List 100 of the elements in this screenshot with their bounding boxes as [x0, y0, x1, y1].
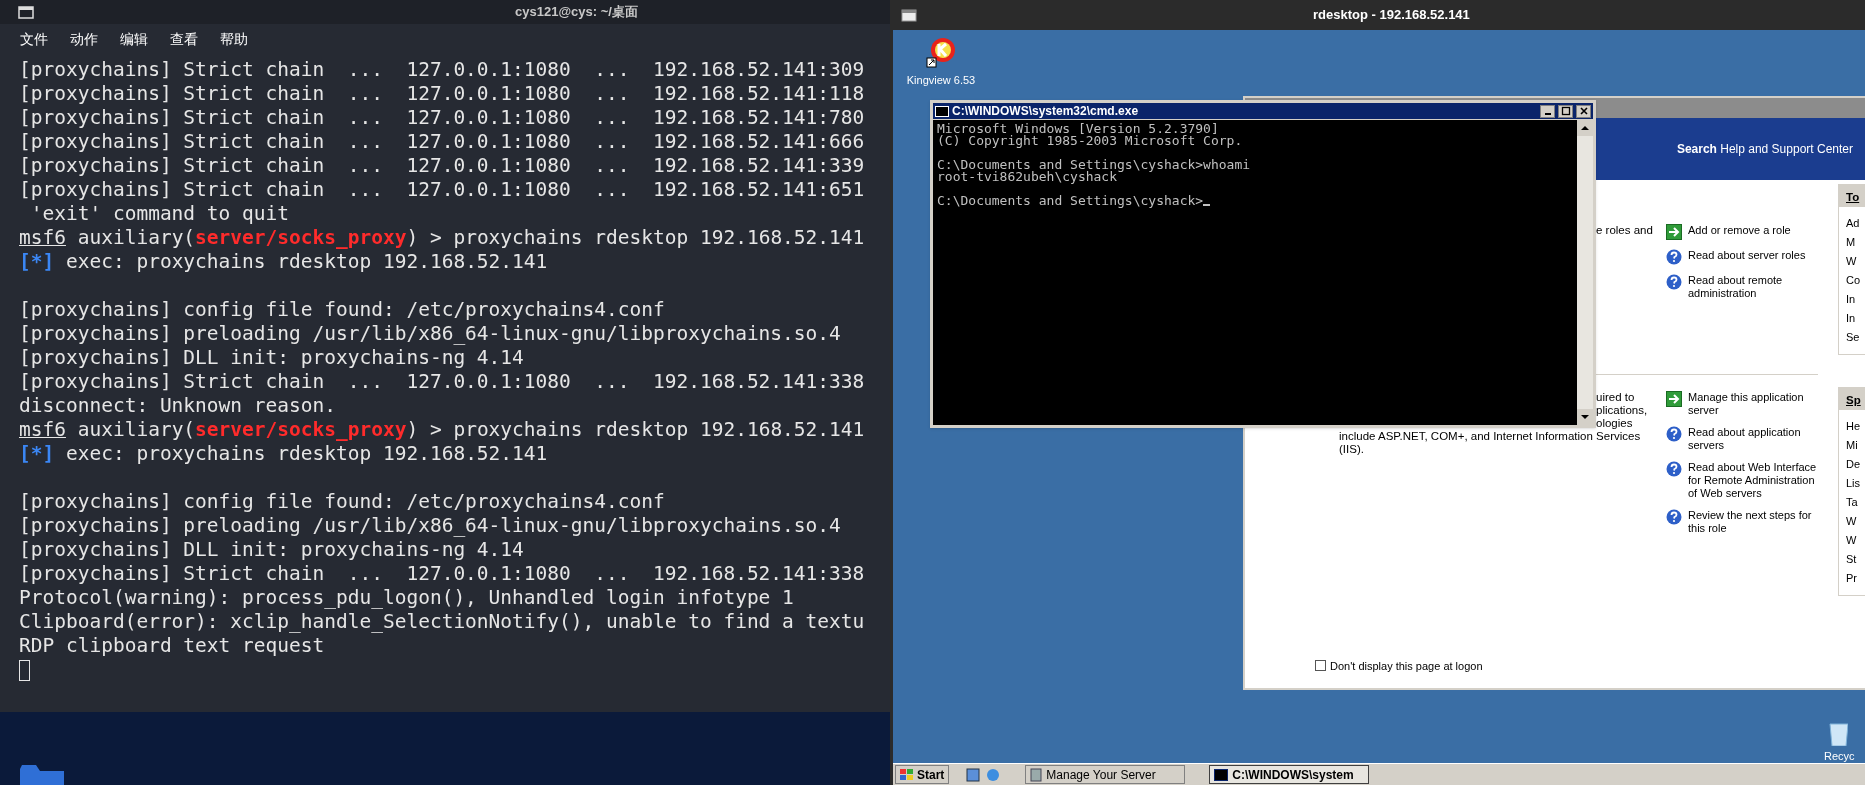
- folder-icon: [20, 765, 64, 785]
- help-link[interactable]: Add or remove a role: [1688, 224, 1791, 237]
- help-icon: [1666, 249, 1682, 265]
- terminal-line: 'exit' command to quit: [29, 202, 290, 225]
- console-icon: [1214, 768, 1229, 781]
- description-text: uired to: [1596, 391, 1636, 404]
- maximize-button[interactable]: [1558, 104, 1573, 118]
- help-icon: [1666, 426, 1682, 442]
- description-text: (IIS).: [1339, 443, 1365, 456]
- console-line: C:\Documents and Settings\cyshack>: [937, 195, 1204, 207]
- panel-link[interactable]: Pr: [1846, 572, 1865, 585]
- checkbox-label: Don't display this page at logon: [1330, 658, 1483, 674]
- terminal-line: [proxychains] config file found: /etc/proxychains4.conf: [19, 298, 665, 321]
- description-text: plications,: [1596, 404, 1649, 417]
- terminal-line: [*] exec: proxychains rdesktop 192.168.52.141: [19, 250, 548, 273]
- window-title: rdesktop - 192.168.52.141: [1313, 6, 1470, 25]
- terminal-line: [proxychains] DLL init: proxychains-ng 4.14: [19, 346, 524, 369]
- panel-link[interactable]: Ta: [1846, 496, 1865, 509]
- icon-label: Kingview 6.53: [906, 73, 976, 88]
- menu-item[interactable]: 编辑: [120, 28, 148, 50]
- menu-item[interactable]: 查看: [170, 28, 198, 50]
- taskbar-button[interactable]: C:\WINDOWS\system: [1209, 765, 1370, 784]
- checkbox[interactable]: [1315, 660, 1326, 672]
- terminal-line: [proxychains] Strict chain ... 127.0.0.1:1080 ... 192.168.52.141:118: [19, 82, 865, 105]
- scrollbar[interactable]: [1577, 120, 1593, 425]
- terminal-line: [*] exec: proxychains rdesktop 192.168.52.141: [19, 442, 548, 465]
- panel-link[interactable]: He: [1846, 420, 1865, 433]
- terminal-line: [proxychains] config file found: /etc/proxychains4.conf: [19, 490, 665, 513]
- panel-link[interactable]: M: [1846, 236, 1865, 249]
- help-icon: [1666, 461, 1682, 477]
- console-line: root-tvi862ubeh\cyshack: [937, 171, 1117, 183]
- terminal-line: [proxychains] DLL init: proxychains-ng 4.14: [19, 538, 524, 561]
- help-icon: [1666, 509, 1682, 525]
- arrow-icon: [1666, 224, 1682, 240]
- help-icon: [1666, 274, 1682, 290]
- help-search-link[interactable]: Search Help and Support Center: [1676, 140, 1853, 158]
- panel-link[interactable]: Se: [1846, 331, 1865, 344]
- terminal-line: Clipboard(error): xclip_handle_SelectionNotify(), unable to find a textu: [19, 610, 865, 633]
- window-title: cys121@cys: ~/桌面: [515, 3, 638, 22]
- help-link[interactable]: Read about application servers: [1688, 426, 1818, 452]
- terminal-line: [proxychains] Strict chain ... 127.0.0.1:1080 ... 192.168.52.141:780: [19, 106, 865, 129]
- description-text: e roles and: [1596, 224, 1654, 237]
- panel-link[interactable]: W: [1846, 515, 1865, 528]
- menu-item[interactable]: 帮助: [220, 28, 248, 50]
- terminal-line: disconnect: Unknown reason.: [19, 394, 336, 417]
- terminal-line: RDP clipboard text request: [19, 634, 325, 657]
- panel-link[interactable]: Ad: [1846, 217, 1865, 230]
- terminal-line: [proxychains] Strict chain ... 127.0.0.1:1080 ... 192.168.52.141:651: [19, 178, 865, 201]
- panel-link[interactable]: In: [1846, 293, 1865, 306]
- console-line: Microsoft Windows [Version 5.2.3790]: [937, 123, 1219, 135]
- console-line: (C) Copyright 1985-2003 Microsoft Corp.: [937, 135, 1243, 147]
- recycle-bin-icon[interactable]: [1828, 720, 1848, 746]
- terminal-line: [proxychains] preloading /usr/lib/x86_64-linux-gnu/libproxychains.so.4: [19, 322, 841, 345]
- cursor-block: [19, 660, 30, 681]
- panel-link[interactable]: St: [1846, 553, 1865, 566]
- close-icon: [1578, 106, 1589, 116]
- help-link[interactable]: Read about server roles: [1688, 249, 1806, 262]
- help-link[interactable]: Review the next steps for this role: [1688, 509, 1818, 535]
- help-link[interactable]: Manage this application server: [1688, 391, 1818, 417]
- windows-logo-icon: [900, 768, 914, 781]
- terminal-line: Protocol(warning): process_pdu_logon(), Unhandled login infotype 1: [19, 586, 794, 609]
- terminal-line: [proxychains] Strict chain ... 127.0.0.1:1080 ... 192.168.52.141:339: [19, 154, 865, 177]
- terminal-line: [proxychains] Strict chain ... 127.0.0.1:1080 ... 192.168.52.141:666: [19, 130, 865, 153]
- terminal-line: [proxychains] Strict chain ... 127.0.0.1:1080 ... 192.168.52.141:338: [19, 370, 865, 393]
- kingview-logo-icon[interactable]: [925, 36, 957, 68]
- minimize-button[interactable]: [1540, 104, 1555, 118]
- taskbar-button[interactable]: Manage Your Server: [1025, 765, 1186, 784]
- description-text: include ASP.NET, COM+, and Internet Information Services: [1339, 430, 1642, 443]
- minimize-icon: [1544, 113, 1551, 115]
- terminal-line: [proxychains] Strict chain ... 127.0.0.1:1080 ... 192.168.52.141:338: [19, 562, 865, 585]
- menu-item[interactable]: 文件: [20, 28, 48, 50]
- arrow-icon: [1666, 391, 1682, 407]
- terminal-line: msf6 auxiliary(server/socks_proxy) > proxychains rdesktop 192.168.52.141: [19, 418, 865, 441]
- panel-link[interactable]: In: [1846, 312, 1865, 325]
- terminal-line: msf6 auxiliary(server/socks_proxy) > proxychains rdesktop 192.168.52.141: [19, 226, 865, 249]
- panel-link[interactable]: Co: [1846, 274, 1865, 287]
- icon-label: Recyc: [1824, 749, 1855, 764]
- menu-item[interactable]: 动作: [70, 28, 98, 50]
- scroll-up-icon[interactable]: [1577, 120, 1593, 136]
- scroll-down-icon[interactable]: [1577, 409, 1593, 425]
- terminal-line: [proxychains] Strict chain ... 127.0.0.1:1080 ... 192.168.52.141:309: [19, 58, 865, 81]
- console-line: C:\Documents and Settings\cyshack>whoami: [937, 159, 1251, 171]
- panel-link[interactable]: W: [1846, 534, 1865, 547]
- console-icon: [935, 105, 949, 117]
- panel-link[interactable]: Mi: [1846, 439, 1865, 452]
- start-button[interactable]: Start: [895, 765, 950, 784]
- panel-link[interactable]: W: [1846, 255, 1865, 268]
- terminal-window-icon: [18, 5, 34, 19]
- window-icon: [901, 8, 917, 22]
- close-button[interactable]: [1576, 104, 1591, 118]
- panel-heading: To: [1839, 185, 1865, 207]
- window-title: C:\WINDOWS\system32\cmd.exe: [952, 103, 1140, 120]
- panel-link[interactable]: De: [1846, 458, 1865, 471]
- panel-heading: Sp: [1839, 388, 1865, 410]
- panel-link[interactable]: Lis: [1846, 477, 1865, 490]
- maximize-icon: [1560, 106, 1571, 116]
- terminal-line: [proxychains] preloading /usr/lib/x86_64-linux-gnu/libproxychains.so.4: [19, 514, 841, 537]
- help-link[interactable]: Read about remote administration: [1688, 274, 1818, 300]
- help-link[interactable]: Read about Web Interface for Remote Administration of Web servers: [1688, 461, 1818, 500]
- description-text: ologies: [1596, 417, 1634, 430]
